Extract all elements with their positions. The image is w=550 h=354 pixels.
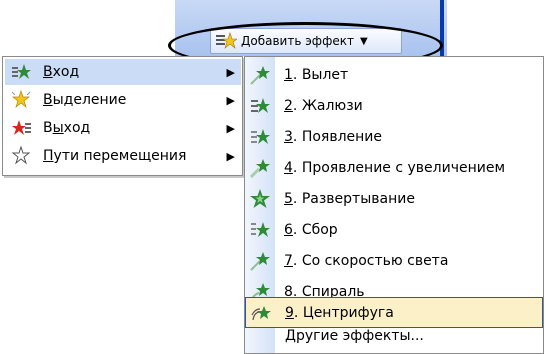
effect-item-label: 4. Проявление с увеличением bbox=[284, 159, 506, 176]
effect-item-label: 9. Центрифуга bbox=[285, 304, 394, 321]
appear-icon bbox=[251, 128, 270, 144]
blinds-icon bbox=[251, 97, 270, 113]
effect-item-appear[interactable]: 3. Появление bbox=[245, 121, 543, 152]
effect-item-fly-in[interactable]: 1. Вылет bbox=[245, 59, 543, 90]
submenu-arrow-icon: ▶ bbox=[226, 121, 235, 135]
effect-item-label: 5. Развертывание bbox=[284, 190, 415, 207]
light-speed-icon bbox=[250, 251, 270, 271]
submenu-arrow-icon: ▶ bbox=[226, 149, 235, 163]
add-effect-label: Добавить эффект bbox=[241, 34, 354, 48]
menu-item-label: Пути перемещения bbox=[43, 148, 187, 164]
menu-item-label: Выделение bbox=[43, 92, 127, 108]
menu-item-motion-paths[interactable]: Пути перемещения ▶ bbox=[5, 143, 241, 169]
effect-item-label: 7. Со скоростью света bbox=[284, 252, 449, 269]
menu-item-entrance[interactable]: Вход ▶ bbox=[5, 59, 241, 85]
submenu-arrow-icon: ▶ bbox=[226, 93, 235, 107]
menu-item-label: Выход bbox=[43, 120, 91, 136]
centrifuge-icon bbox=[251, 305, 271, 320]
chevron-down-icon: ▼ bbox=[359, 35, 368, 47]
effect-item-label: 6. Сбор bbox=[284, 221, 338, 238]
effect-item-light-speed[interactable]: 7. Со скоростью света bbox=[245, 245, 543, 276]
entrance-star-icon bbox=[12, 64, 31, 79]
effect-item-assemble[interactable]: 6. Сбор bbox=[245, 214, 543, 245]
effect-item-centrifuge[interactable]: 9. Центрифуга bbox=[245, 297, 543, 328]
effect-item-label: 3. Появление bbox=[284, 128, 383, 145]
motion-path-icon bbox=[11, 146, 31, 165]
fade-zoom-icon bbox=[250, 158, 270, 178]
effect-item-label: 1. Вылет bbox=[284, 66, 349, 83]
add-effect-icon bbox=[216, 32, 237, 49]
effect-category-menu: Вход ▶ Выделение ▶ Выход ▶ Пути перемеще… bbox=[2, 56, 243, 176]
assemble-icon bbox=[251, 221, 270, 237]
menu-item-exit[interactable]: Выход ▶ bbox=[5, 115, 241, 141]
entrance-effects-menu: 1. Вылет 2. Жалюзи 3. Появление 4. Прояв… bbox=[244, 56, 544, 354]
task-pane-border bbox=[440, 0, 444, 58]
exit-star-icon bbox=[12, 120, 31, 135]
effect-item-fade-zoom[interactable]: 4. Проявление с увеличением bbox=[245, 152, 543, 183]
effect-item-expand[interactable]: 5. Развертывание bbox=[245, 183, 543, 214]
more-effects-item[interactable]: Другие эффекты... bbox=[285, 328, 424, 344]
effect-item-blinds[interactable]: 2. Жалюзи bbox=[245, 90, 543, 121]
menu-item-label: Вход bbox=[43, 64, 80, 80]
submenu-arrow-icon: ▶ bbox=[226, 65, 235, 79]
add-effect-button[interactable]: Добавить эффект ▼ bbox=[210, 28, 402, 54]
menu-item-emphasis[interactable]: Выделение ▶ bbox=[5, 87, 241, 113]
emphasis-star-icon bbox=[11, 90, 31, 109]
effect-item-label: 2. Жалюзи bbox=[284, 97, 363, 114]
expand-icon bbox=[250, 188, 270, 208]
fly-in-icon bbox=[250, 65, 270, 85]
